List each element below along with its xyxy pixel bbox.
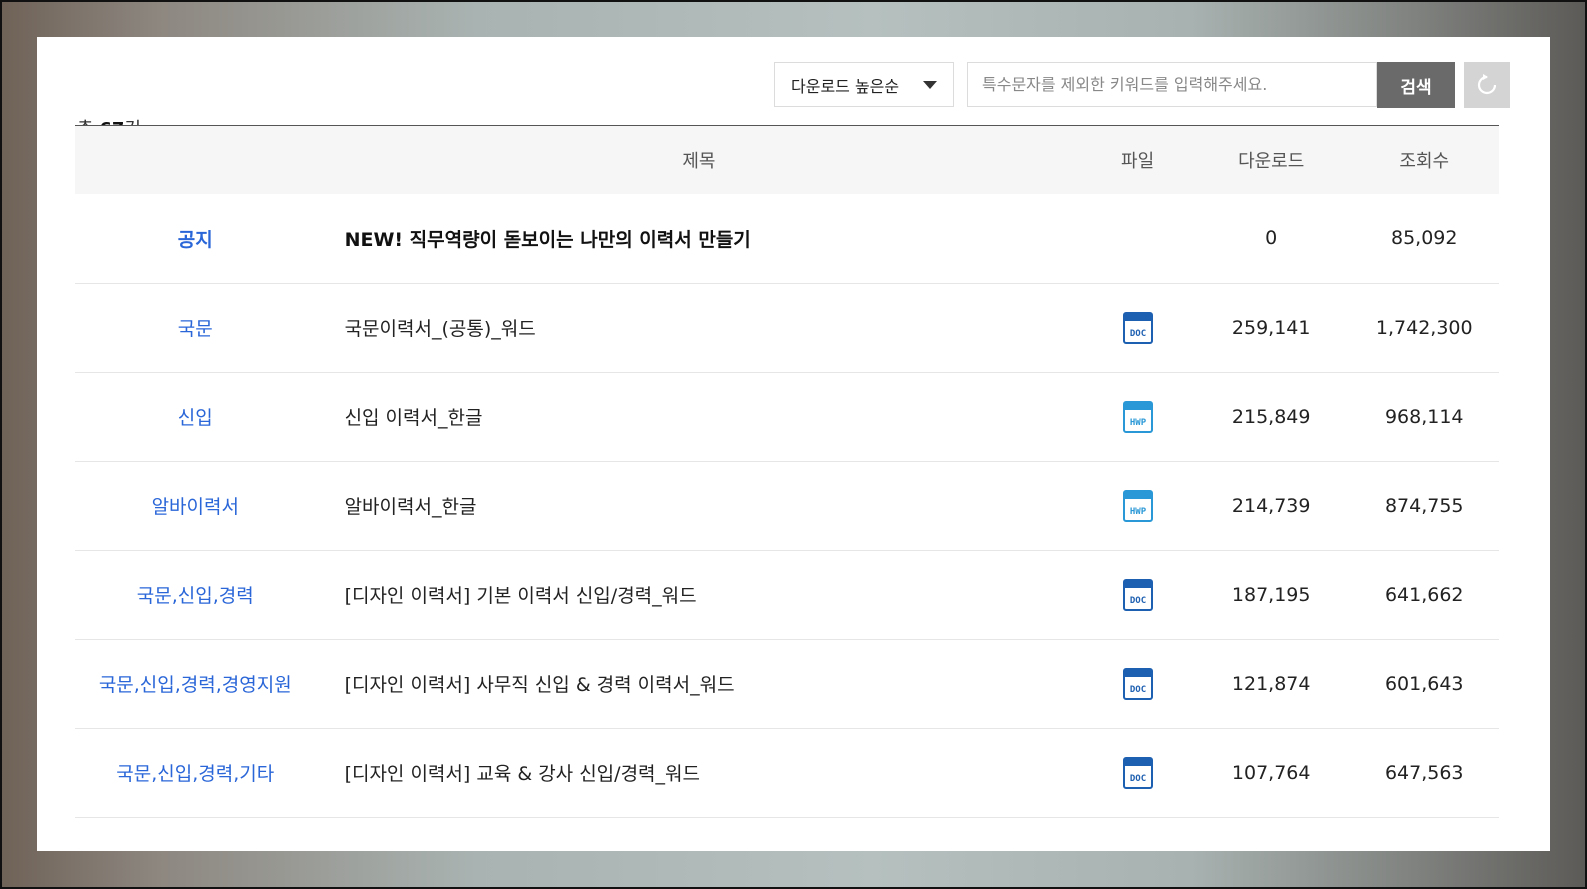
row-file: HWP xyxy=(1082,461,1193,550)
row-category[interactable]: 공지 xyxy=(75,194,316,283)
doc-file-icon[interactable]: DOC xyxy=(1122,311,1153,344)
row-views: 874,755 xyxy=(1384,494,1464,517)
row-title[interactable]: 신입 이력서_한글 xyxy=(316,372,1083,461)
table-row[interactable]: 국문,신입,경력 [디자인 이력서] 기본 이력서 신입/경력_워드 DOC 187,… xyxy=(75,550,1499,639)
row-file: HWP xyxy=(1082,372,1193,461)
doc-file-icon[interactable]: DOC xyxy=(1122,756,1153,789)
row-category[interactable]: 신입 xyxy=(75,372,316,461)
table-header-row: 제목 파일 다운로드 조회수 xyxy=(75,125,1499,195)
svg-text:DOC: DOC xyxy=(1129,329,1145,339)
svg-text:DOC: DOC xyxy=(1129,774,1145,784)
table-row[interactable]: 국문,신입,경력,경영지원 [디자인 이력서] 사무직 신입 & 경력 이력서_워… xyxy=(75,639,1499,728)
table-row[interactable]: 공지 NEW! 직무역량이 돋보이는 나만의 이력서 만들기 0 85,092 xyxy=(75,194,1499,283)
resume-template-panel: 총 67건 다운로드 높은순 검색 제목 파일 다운로드 조회수 공지NEW! … xyxy=(37,37,1550,851)
row-category[interactable]: 국문,신입,경력 xyxy=(75,550,316,639)
row-file: DOC xyxy=(1082,550,1193,639)
row-title[interactable]: [디자인 이력서] 기본 이력서 신입/경력_워드 xyxy=(316,550,1083,639)
template-table: 제목 파일 다운로드 조회수 공지 NEW! 직무역량이 돋보이는 나만의 이력서… xyxy=(75,125,1499,818)
row-file: DOC xyxy=(1082,283,1193,372)
svg-text:DOC: DOC xyxy=(1129,685,1145,695)
row-title[interactable]: 국문이력서_(공통)_워드 xyxy=(316,283,1083,372)
doc-file-icon[interactable]: DOC xyxy=(1122,667,1153,700)
header-file: 파일 xyxy=(1121,151,1155,172)
sort-dropdown-label: 다운로드 높은순 xyxy=(791,76,900,96)
row-title[interactable]: [디자인 이력서] 교육 & 강사 신입/경력_워드 xyxy=(316,728,1083,817)
refresh-icon xyxy=(1477,74,1497,95)
table-row[interactable]: 국문,신입,경력,기타 [디자인 이력서] 교육 & 강사 신입/경력_워드 DOC… xyxy=(75,728,1499,817)
svg-text:DOC: DOC xyxy=(1129,596,1145,606)
row-views: 968,114 xyxy=(1384,405,1464,428)
header-title: 제목 xyxy=(682,151,716,172)
header-views: 조회수 xyxy=(1399,151,1450,172)
row-file: DOC xyxy=(1082,728,1193,817)
row-views: 601,643 xyxy=(1384,672,1464,695)
svg-text:HWP: HWP xyxy=(1129,418,1146,428)
row-title[interactable]: 알바이력서_한글 xyxy=(316,461,1083,550)
row-title[interactable]: NEW! 직무역량이 돋보이는 나만의 이력서 만들기 xyxy=(316,194,1083,283)
reset-button[interactable] xyxy=(1464,62,1510,108)
row-views: 647,563 xyxy=(1384,761,1464,784)
row-views: 85,092 xyxy=(1391,227,1458,250)
header-category xyxy=(75,126,316,195)
header-downloads: 다운로드 xyxy=(1238,151,1305,172)
row-downloads: 215,849 xyxy=(1231,405,1311,428)
row-views: 1,742,300 xyxy=(1375,316,1473,339)
hwp-file-icon[interactable]: HWP xyxy=(1122,400,1153,433)
table-row[interactable]: 신입 신입 이력서_한글 HWP 215,849 968,114 xyxy=(75,372,1499,461)
hwp-file-icon[interactable]: HWP xyxy=(1122,489,1153,522)
row-downloads: 121,874 xyxy=(1231,672,1311,695)
sort-dropdown[interactable]: 다운로드 높은순 xyxy=(774,62,954,107)
row-downloads: 259,141 xyxy=(1231,316,1311,339)
row-category[interactable]: 알바이력서 xyxy=(75,461,316,550)
search-button[interactable]: 검색 xyxy=(1377,62,1455,108)
row-category[interactable]: 국문 xyxy=(75,283,316,372)
chevron-down-icon xyxy=(923,80,937,89)
svg-text:HWP: HWP xyxy=(1129,507,1146,517)
table-row[interactable]: 알바이력서 알바이력서_한글 HWP 214,739 874,755 xyxy=(75,461,1499,550)
row-file: DOC xyxy=(1082,639,1193,728)
row-downloads: 107,764 xyxy=(1231,761,1311,784)
row-title[interactable]: [디자인 이력서] 사무직 신입 & 경력 이력서_워드 xyxy=(316,639,1083,728)
row-category[interactable]: 국문,신입,경력,기타 xyxy=(75,728,316,817)
row-views: 641,662 xyxy=(1384,583,1464,606)
row-downloads: 187,195 xyxy=(1231,583,1311,606)
search-input[interactable] xyxy=(967,62,1377,107)
table-row[interactable]: 국문 국문이력서_(공통)_워드 DOC 259,141 1,742,300 xyxy=(75,283,1499,372)
row-category[interactable]: 국문,신입,경력,경영지원 xyxy=(75,639,316,728)
row-downloads: 0 xyxy=(1265,227,1278,250)
doc-file-icon[interactable]: DOC xyxy=(1122,578,1153,611)
row-file xyxy=(1082,194,1193,283)
row-downloads: 214,739 xyxy=(1231,494,1311,517)
